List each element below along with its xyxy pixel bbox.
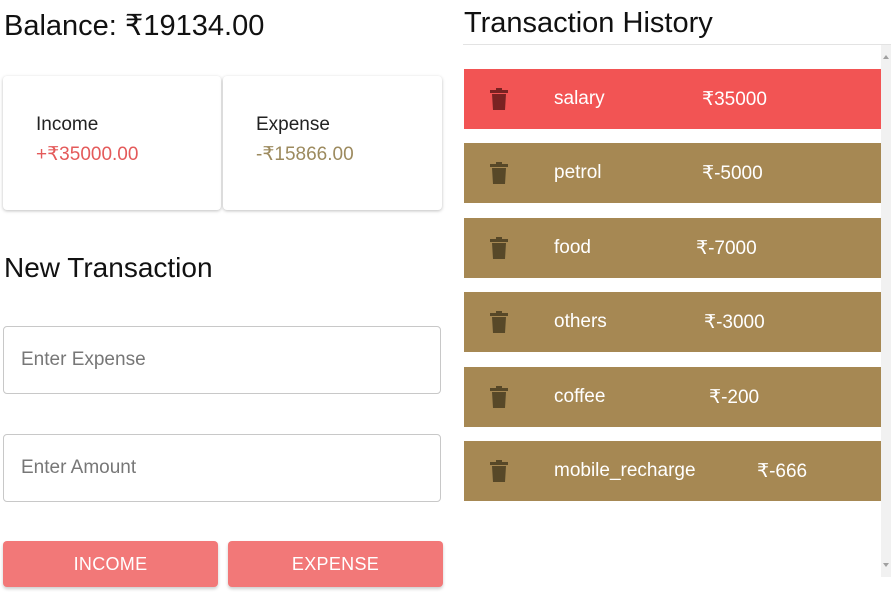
expense-card: Expense -₹15866.00 [223, 76, 442, 210]
transaction-name: others [554, 311, 607, 332]
balance-display: Balance: ₹19134.00 [4, 10, 265, 42]
transaction-amount: ₹-5000 [702, 163, 763, 184]
transaction-name: mobile_recharge [554, 460, 696, 481]
income-value: +₹35000.00 [36, 144, 139, 165]
income-card: Income +₹35000.00 [3, 76, 221, 210]
trash-icon[interactable] [490, 237, 508, 259]
transaction-row: food ₹-7000 [464, 218, 881, 278]
left-panel: Balance: ₹19134.00 Income +₹35000.00 Exp… [0, 0, 445, 594]
transaction-row: petrol ₹-5000 [464, 143, 881, 203]
transaction-amount: ₹-666 [757, 461, 808, 482]
trash-icon[interactable] [490, 311, 508, 333]
transaction-amount: ₹-7000 [696, 238, 757, 259]
transaction-row: salary ₹35000 [464, 69, 881, 129]
new-transaction-title: New Transaction [4, 252, 213, 283]
expense-button[interactable]: EXPENSE [228, 541, 443, 587]
scroll-down-arrow-icon[interactable] [883, 563, 889, 567]
scrollbar[interactable] [881, 45, 891, 577]
transaction-row: coffee ₹-200 [464, 367, 881, 427]
scroll-up-arrow-icon[interactable] [883, 55, 889, 59]
history-panel: Transaction History salary ₹35000 petrol ₹-… [463, 0, 891, 594]
transaction-name: coffee [554, 386, 606, 407]
trash-icon[interactable] [490, 460, 508, 482]
transaction-amount: ₹-3000 [704, 312, 765, 333]
income-label: Income [36, 114, 99, 135]
expense-label: Expense [256, 114, 330, 135]
trash-icon[interactable] [490, 88, 508, 110]
transaction-row: others ₹-3000 [464, 292, 881, 352]
transaction-amount: ₹35000 [702, 89, 767, 110]
expense-value: -₹15866.00 [256, 144, 354, 165]
transaction-name: food [554, 237, 591, 258]
trash-icon[interactable] [490, 386, 508, 408]
transaction-list: salary ₹35000 petrol ₹-5000 food ₹-7000 others… [464, 45, 881, 577]
transaction-amount: ₹-200 [709, 387, 760, 408]
transaction-name: petrol [554, 162, 602, 183]
transaction-name: salary [554, 88, 605, 109]
transaction-row: mobile_recharge ₹-666 [464, 441, 881, 501]
income-button[interactable]: INCOME [3, 541, 218, 587]
expense-name-input[interactable] [3, 326, 441, 394]
amount-input[interactable] [3, 434, 441, 502]
trash-icon[interactable] [490, 162, 508, 184]
history-title: Transaction History [464, 7, 713, 39]
